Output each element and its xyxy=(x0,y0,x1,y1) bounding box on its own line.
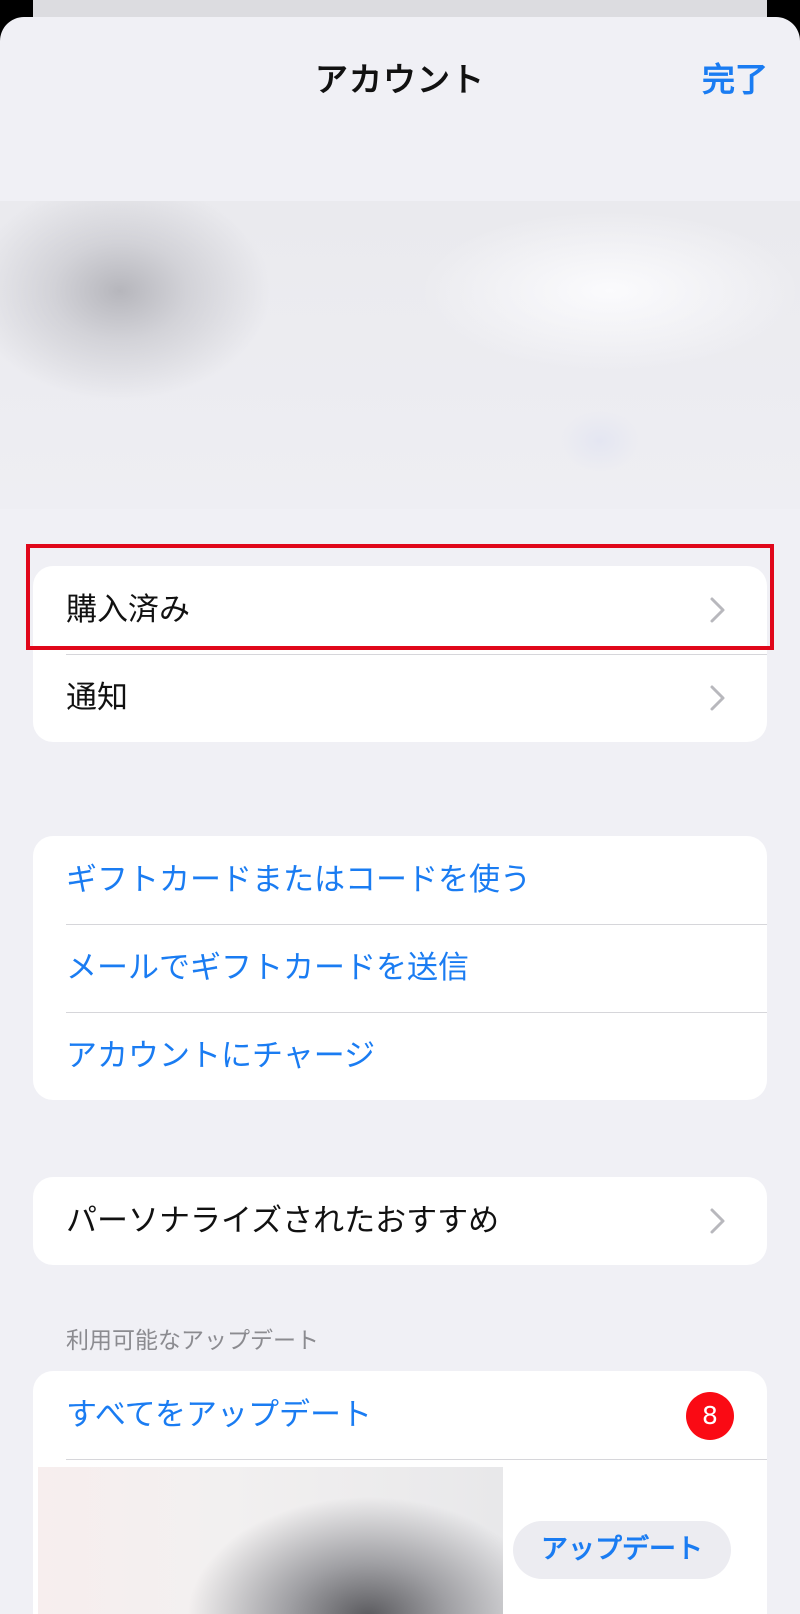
update-all-label: すべてをアップデート xyxy=(66,1397,372,1433)
profile-area-blurred[interactable] xyxy=(0,201,800,509)
gift-card-group: ギフトカードまたはコードを使う メールでギフトカードを送信 アカウントにチャージ xyxy=(33,836,767,1100)
purchased-row[interactable]: 購入済み xyxy=(33,566,767,654)
personalized-recommendations-row[interactable]: パーソナライズされたおすすめ xyxy=(33,1177,767,1265)
update-all-row[interactable]: すべてをアップデート 8 xyxy=(33,1371,767,1459)
chevron-right-icon xyxy=(710,597,725,623)
page-title: アカウント xyxy=(315,60,485,99)
update-count-badge: 8 xyxy=(686,1392,734,1440)
updates-section-header: 利用可能なアップデート xyxy=(66,1328,319,1354)
notifications-label: 通知 xyxy=(66,680,128,716)
app-update-button[interactable]: アップデート xyxy=(513,1521,731,1579)
redeem-gift-card-row[interactable]: ギフトカードまたはコードを使う xyxy=(33,836,767,924)
chevron-right-icon xyxy=(710,685,725,711)
done-button[interactable]: 完了 xyxy=(702,53,768,101)
send-gift-card-label: メールでギフトカードを送信 xyxy=(66,950,469,986)
send-gift-card-row[interactable]: メールでギフトカードを送信 xyxy=(33,924,767,1012)
personalized-recommendations-label: パーソナライズされたおすすめ xyxy=(66,1203,500,1239)
app-preview-blurred[interactable] xyxy=(38,1467,503,1614)
purchased-label: 購入済み xyxy=(66,592,190,628)
account-settings-group: 購入済み 通知 xyxy=(33,566,767,742)
updates-group: すべてをアップデート 8 アップデート xyxy=(33,1371,767,1614)
chevron-right-icon xyxy=(710,1208,725,1234)
add-funds-row[interactable]: アカウントにチャージ xyxy=(33,1012,767,1100)
add-funds-label: アカウントにチャージ xyxy=(66,1038,376,1074)
app-update-row: アップデート xyxy=(33,1459,767,1614)
notifications-row[interactable]: 通知 xyxy=(33,654,767,742)
account-sheet: アカウント 完了 購入済み 通知 ギフトカードまたはコードを使う メールでギフト… xyxy=(0,17,800,1614)
redeem-gift-card-label: ギフトカードまたはコードを使う xyxy=(66,862,531,898)
personalization-group: パーソナライズされたおすすめ xyxy=(33,1177,767,1265)
